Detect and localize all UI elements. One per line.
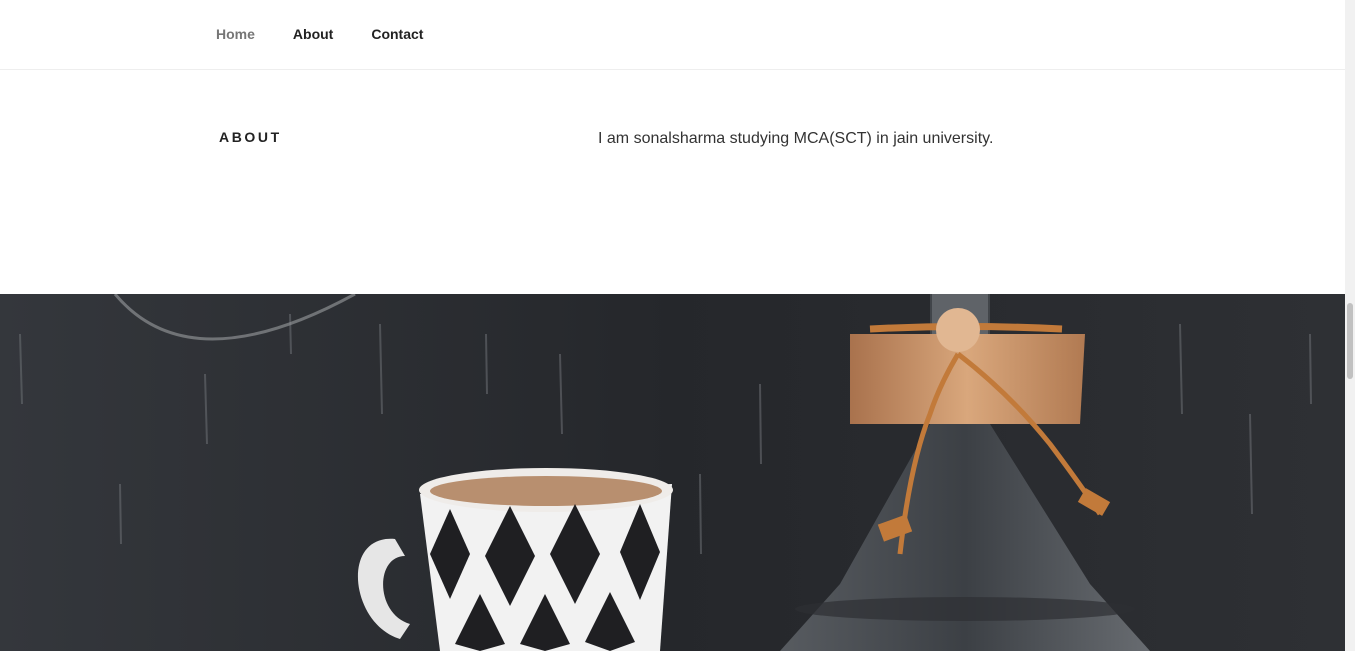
nav-item-contact[interactable]: Contact (371, 26, 461, 44)
nav-item-home[interactable]: Home (216, 26, 293, 44)
section-title: About (219, 129, 282, 145)
scrollbar-thumb[interactable] (1347, 303, 1353, 379)
about-text: I am sonalsharma studying MCA(SCT) in ja… (598, 130, 994, 147)
nav-menu: Home About Contact (216, 0, 461, 70)
top-navigation: Home About Contact (0, 0, 1345, 70)
nav-link-home[interactable]: Home (216, 26, 255, 42)
coffee-cup-chemex-image (0, 294, 1345, 651)
page: Home About Contact About I am sonalsharm… (0, 0, 1355, 651)
nav-item-about[interactable]: About (293, 26, 371, 44)
about-panel: About I am sonalsharma studying MCA(SCT)… (0, 71, 1345, 294)
nav-link-contact[interactable]: Contact (371, 26, 423, 42)
scrollbar[interactable] (1345, 0, 1355, 651)
panel-image (0, 294, 1345, 651)
nav-link-about[interactable]: About (293, 26, 333, 42)
